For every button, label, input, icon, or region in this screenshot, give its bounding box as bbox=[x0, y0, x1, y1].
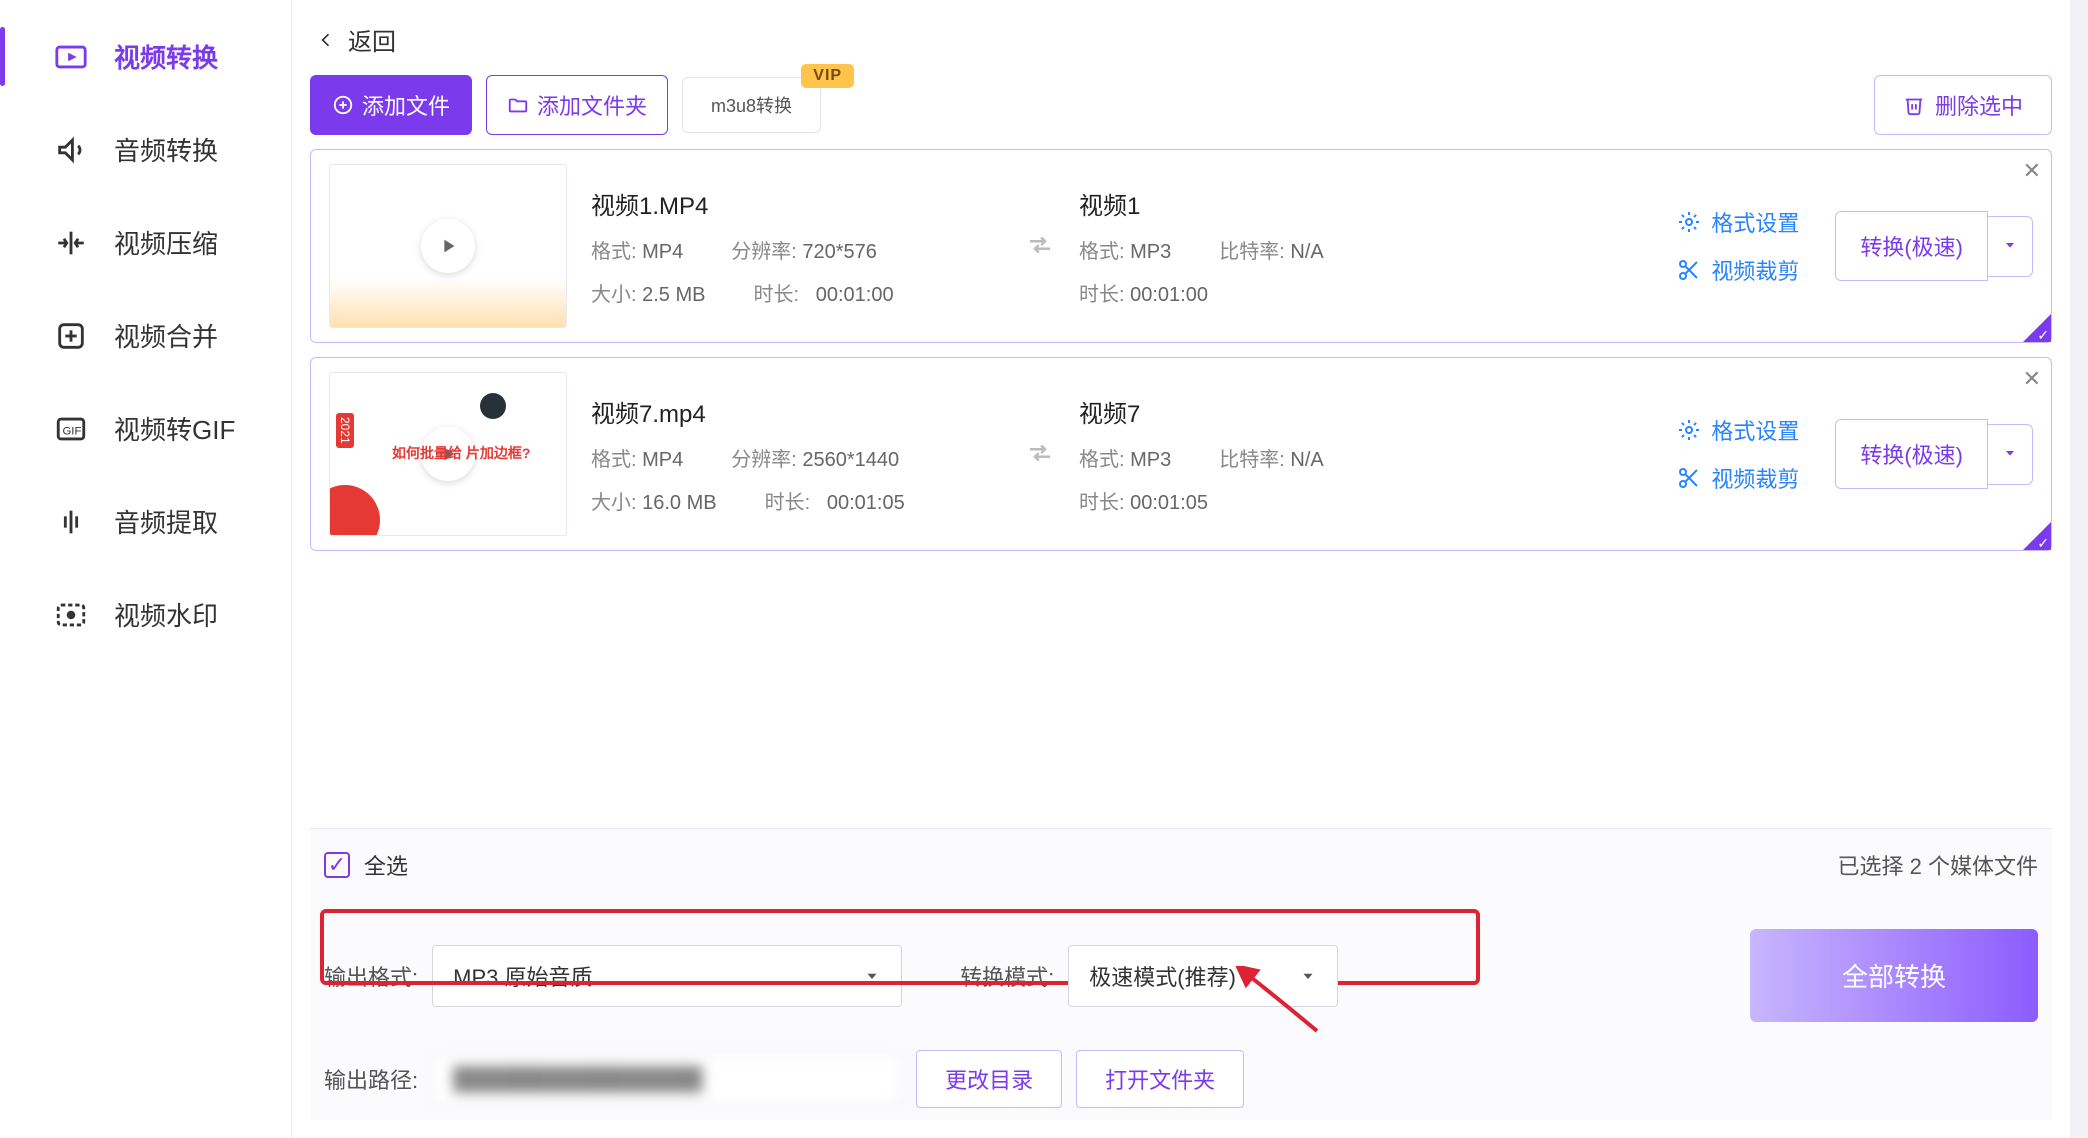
target-info: 视频1 格式: MP3 比特率: N/A 时长: 00:01:00 bbox=[1079, 186, 1489, 307]
output-path-label: 输出路径: bbox=[324, 1063, 418, 1095]
selected-check-icon: ✓ bbox=[2037, 535, 2049, 552]
add-folder-button[interactable]: 添加文件夹 bbox=[486, 75, 668, 135]
convert-all-button[interactable]: 全部转换 bbox=[1750, 929, 2038, 1022]
convert-dropdown-button[interactable] bbox=[1988, 216, 2033, 277]
sidebar: 视频转换 音频转换 视频压缩 视频合并 GIF 视频转GIF 音频提取 视频水印 bbox=[0, 0, 292, 1138]
target-info: 视频7 格式: MP3 比特率: N/A 时长: 00:01:05 bbox=[1079, 394, 1489, 515]
video-to-gif-icon: GIF bbox=[54, 412, 88, 446]
gear-icon bbox=[1677, 210, 1701, 234]
video-watermark-icon bbox=[54, 598, 88, 632]
bottom-bar: ✓ 全选 已选择 2 个媒体文件 输出格式: MP3 原始音质 转换模式: 极速… bbox=[310, 828, 2052, 1120]
thumb-year: 2021 bbox=[336, 413, 354, 448]
delete-selected-button[interactable]: 删除选中 bbox=[1874, 75, 2052, 135]
vip-badge: VIP bbox=[801, 64, 854, 88]
sidebar-item-video-merge[interactable]: 视频合并 bbox=[0, 289, 291, 382]
sidebar-item-label: 视频转GIF bbox=[114, 410, 235, 447]
video-convert-icon bbox=[54, 40, 88, 74]
video-compress-icon bbox=[54, 226, 88, 260]
chevron-left-icon bbox=[316, 30, 336, 50]
mode-label: 转换模式: bbox=[960, 960, 1054, 992]
convert-dropdown-button[interactable] bbox=[1988, 424, 2033, 485]
caret-down-icon bbox=[2002, 237, 2018, 253]
audio-convert-icon bbox=[54, 133, 88, 167]
file-thumbnail[interactable] bbox=[329, 164, 567, 328]
source-filename: 视频1.MP4 bbox=[591, 186, 1001, 221]
mode-select[interactable]: 极速模式(推荐) bbox=[1068, 945, 1338, 1007]
main-panel: 返回 添加文件 添加文件夹 m3u8转换 VIP 删除选中 ✕ ✓ bbox=[292, 0, 2070, 1138]
selected-check-icon: ✓ bbox=[2037, 327, 2049, 344]
selection-count: 已选择 2 个媒体文件 bbox=[1838, 849, 2039, 881]
caret-down-icon bbox=[863, 967, 881, 985]
m3u8-convert-button[interactable]: m3u8转换 VIP bbox=[682, 77, 821, 133]
sidebar-item-label: 视频压缩 bbox=[114, 224, 218, 261]
add-folder-label: 添加文件夹 bbox=[537, 89, 647, 121]
selection-row: ✓ 全选 已选择 2 个媒体文件 bbox=[324, 849, 2038, 917]
swap-icon bbox=[1025, 230, 1055, 263]
file-card[interactable]: ✕ ✓ 2021 如何批量给 片加边框? 视频7.mp4 格式: MP4 分辨率… bbox=[310, 357, 2052, 551]
add-file-label: 添加文件 bbox=[362, 89, 450, 121]
sidebar-item-video-watermark[interactable]: 视频水印 bbox=[0, 568, 291, 661]
format-settings-link[interactable]: 格式设置 bbox=[1677, 414, 1799, 446]
scissors-icon bbox=[1677, 258, 1701, 282]
file-card[interactable]: ✕ ✓ 视频1.MP4 格式: MP4 分辨率: 720*576 大小: 2.5… bbox=[310, 149, 2052, 343]
convert-button-group: 转换(极速) bbox=[1835, 419, 2033, 489]
video-crop-link[interactable]: 视频裁剪 bbox=[1677, 462, 1799, 494]
sidebar-item-label: 视频转换 bbox=[114, 38, 218, 75]
delete-selected-label: 删除选中 bbox=[1935, 89, 2023, 121]
sidebar-item-label: 音频提取 bbox=[114, 503, 218, 540]
right-edge-strip bbox=[2070, 0, 2088, 1138]
convert-button-group: 转换(极速) bbox=[1835, 211, 2033, 281]
scissors-icon bbox=[1677, 466, 1701, 490]
convert-fast-button[interactable]: 转换(极速) bbox=[1835, 419, 1988, 489]
change-dir-button[interactable]: 更改目录 bbox=[916, 1050, 1062, 1108]
output-path-field[interactable]: ████████████████ bbox=[432, 1053, 902, 1105]
format-row: 输出格式: MP3 原始音质 转换模式: 极速模式(推荐) 全部转换 bbox=[324, 917, 2038, 1034]
svg-text:GIF: GIF bbox=[63, 425, 82, 437]
trash-icon bbox=[1903, 94, 1925, 116]
sidebar-item-video-to-gif[interactable]: GIF 视频转GIF bbox=[0, 382, 291, 475]
source-filename: 视频7.mp4 bbox=[591, 394, 1001, 429]
close-icon[interactable]: ✕ bbox=[2023, 366, 2041, 392]
sidebar-item-video-compress[interactable]: 视频压缩 bbox=[0, 196, 291, 289]
swap-icon bbox=[1025, 438, 1055, 471]
source-info: 视频1.MP4 格式: MP4 分辨率: 720*576 大小: 2.5 MB … bbox=[591, 186, 1001, 307]
gear-icon bbox=[1677, 418, 1701, 442]
convert-fast-button[interactable]: 转换(极速) bbox=[1835, 211, 1988, 281]
output-format-label: 输出格式: bbox=[324, 960, 418, 992]
sidebar-item-audio-convert[interactable]: 音频转换 bbox=[0, 103, 291, 196]
file-actions: 格式设置 视频裁剪 bbox=[1677, 414, 1799, 494]
select-all-label: 全选 bbox=[364, 849, 408, 881]
format-settings-link[interactable]: 格式设置 bbox=[1677, 206, 1799, 238]
sidebar-item-label: 视频合并 bbox=[114, 317, 218, 354]
output-format-select[interactable]: MP3 原始音质 bbox=[432, 945, 902, 1007]
target-filename: 视频1 bbox=[1079, 186, 1489, 221]
file-thumbnail[interactable]: 2021 如何批量给 片加边框? bbox=[329, 372, 567, 536]
add-file-button[interactable]: 添加文件 bbox=[310, 75, 472, 135]
sidebar-item-label: 视频水印 bbox=[114, 596, 218, 633]
path-row: 输出路径: ████████████████ 更改目录 打开文件夹 bbox=[324, 1034, 2038, 1108]
file-list: ✕ ✓ 视频1.MP4 格式: MP4 分辨率: 720*576 大小: 2.5… bbox=[310, 149, 2052, 551]
thumb-text: 如何批量给 片加边框? bbox=[392, 443, 530, 463]
close-icon[interactable]: ✕ bbox=[2023, 158, 2041, 184]
caret-down-icon bbox=[2002, 445, 2018, 461]
select-all-checkbox[interactable]: ✓ bbox=[324, 852, 350, 878]
audio-extract-icon bbox=[54, 505, 88, 539]
sidebar-item-audio-extract[interactable]: 音频提取 bbox=[0, 475, 291, 568]
toolbar: 添加文件 添加文件夹 m3u8转换 VIP 删除选中 bbox=[310, 75, 2052, 149]
video-crop-link[interactable]: 视频裁剪 bbox=[1677, 254, 1799, 286]
play-icon bbox=[421, 219, 475, 273]
back-label: 返回 bbox=[348, 22, 396, 57]
folder-icon bbox=[507, 94, 529, 116]
source-info: 视频7.mp4 格式: MP4 分辨率: 2560*1440 大小: 16.0 … bbox=[591, 394, 1001, 515]
video-merge-icon bbox=[54, 319, 88, 353]
file-actions: 格式设置 视频裁剪 bbox=[1677, 206, 1799, 286]
back-button[interactable]: 返回 bbox=[310, 14, 2052, 75]
plus-circle-icon bbox=[332, 94, 354, 116]
m3u8-label: m3u8转换 bbox=[711, 96, 792, 116]
target-filename: 视频7 bbox=[1079, 394, 1489, 429]
sidebar-item-label: 音频转换 bbox=[114, 131, 218, 168]
annotation-arrow bbox=[1227, 966, 1327, 1042]
open-folder-button[interactable]: 打开文件夹 bbox=[1076, 1050, 1244, 1108]
sidebar-item-video-convert[interactable]: 视频转换 bbox=[0, 10, 291, 103]
